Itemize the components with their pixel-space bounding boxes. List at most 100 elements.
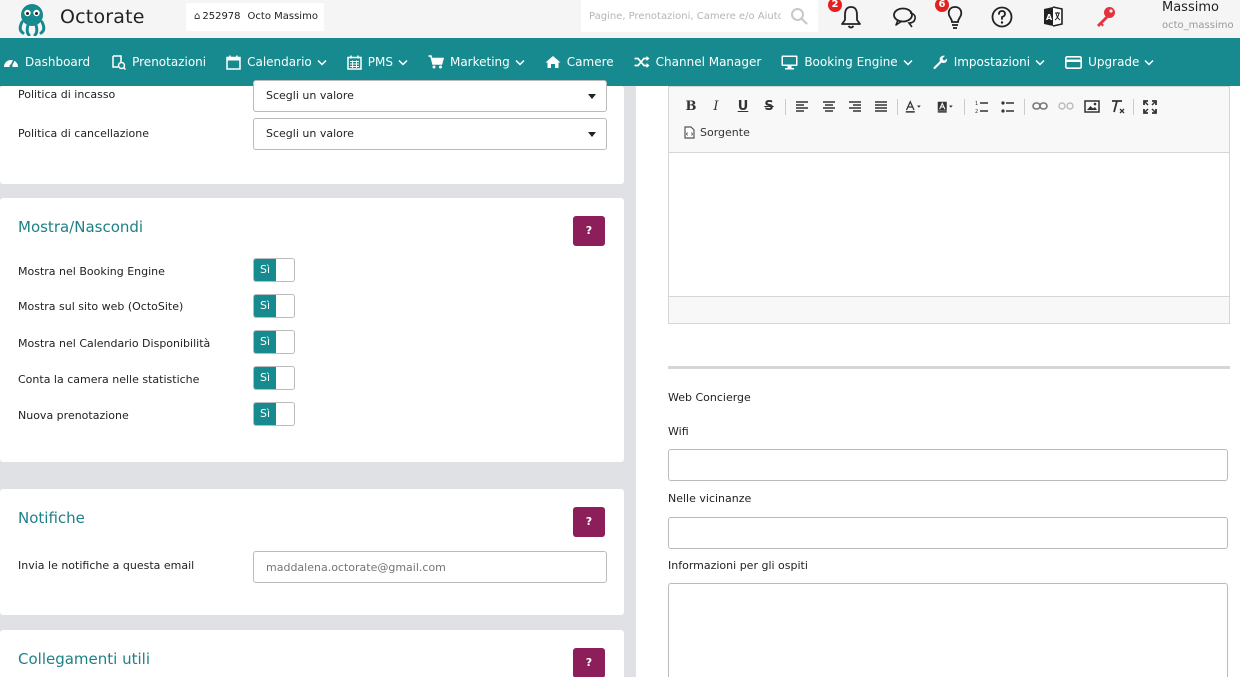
guest-info-textarea[interactable] (668, 583, 1228, 677)
cancellazione-select[interactable]: Scegli un valore (253, 118, 607, 150)
wifi-input[interactable] (668, 449, 1228, 481)
email-label: Invia le notifiche a questa email (18, 559, 195, 572)
maximize-icon[interactable] (1141, 100, 1159, 114)
bell-icon[interactable] (838, 4, 864, 30)
new-booking-toggle[interactable]: Sì (253, 402, 295, 426)
search-icon[interactable] (790, 7, 808, 25)
nav-label: Dashboard (25, 55, 91, 69)
caret-down-icon (588, 94, 596, 99)
cancellazione-select-value: Scegli un valore (266, 127, 354, 140)
main-nav: Dashboard Prenotazioni Calendario PMS Ma… (0, 38, 1240, 86)
useful-links-help-button[interactable]: ? (573, 648, 605, 677)
octorate-logo-icon[interactable] (14, 2, 50, 36)
cancellazione-label: Politica di cancellazione (18, 127, 150, 140)
right-column: B I U S 1 2 Sorgente Web Concierge Wifi … (636, 86, 1240, 677)
policies-card: Politica di incasso Scegli un valore Pol… (0, 80, 624, 184)
toggle-label: Mostra nel Calendario Disponibilità (18, 337, 211, 350)
visibility-title: Mostra/Nascondi (18, 218, 144, 236)
top-header: Octorate ⌂252978Octo Massimo 2 6 (0, 0, 1240, 38)
clear-format-icon[interactable] (1109, 99, 1127, 115)
nav-channel-manager[interactable]: Channel Manager (634, 55, 761, 69)
search-input[interactable] (581, 0, 781, 32)
bg-color-icon[interactable] (937, 99, 955, 115)
shuffle-icon (634, 56, 650, 68)
nav-upgrade[interactable]: Upgrade (1065, 55, 1154, 69)
chevron-down-icon (317, 59, 327, 66)
tachometer-icon (4, 59, 18, 68)
align-center-icon[interactable] (820, 101, 838, 113)
app-title: Octorate (60, 6, 145, 28)
caret-down-icon (588, 132, 596, 137)
editor-content-area[interactable] (669, 154, 1229, 296)
image-icon[interactable] (1083, 100, 1101, 113)
italic-icon[interactable]: I (707, 99, 725, 114)
strikethrough-icon[interactable]: S (760, 99, 778, 114)
calendar-availability-toggle[interactable]: Sì (253, 330, 295, 354)
text-color-icon[interactable] (905, 99, 923, 115)
chevron-down-icon (1035, 59, 1045, 66)
nav-label: Booking Engine (804, 55, 898, 69)
bold-icon[interactable]: B (682, 99, 700, 114)
nav-booking-engine[interactable]: Booking Engine (781, 55, 913, 70)
toggle-on-label: Sì (254, 295, 276, 317)
nav-impostazioni[interactable]: Impostazioni (933, 55, 1045, 70)
property-name: Octo Massimo (247, 11, 318, 22)
link-icon[interactable] (1031, 101, 1049, 111)
toolbar-separator (1133, 99, 1134, 115)
align-right-icon[interactable] (846, 101, 864, 113)
nav-label: Upgrade (1088, 55, 1140, 69)
numbered-list-icon[interactable]: 1 2 (973, 100, 991, 114)
help-icon[interactable] (989, 4, 1015, 30)
toolbar-separator (964, 99, 965, 115)
calendar-grid-icon (347, 55, 362, 70)
wrench-icon (933, 55, 947, 69)
incasso-select[interactable]: Scegli un valore (253, 80, 607, 112)
nav-label: PMS (367, 55, 393, 69)
left-column: Politica di incasso Scegli un valore Pol… (0, 80, 624, 677)
toggle-label: Mostra nel Booking Engine (18, 265, 165, 278)
editor-toolbar: B I U S 1 2 Sorgente (669, 87, 1229, 153)
editor-status-bar (669, 296, 1229, 323)
toggle-on-label: Sì (254, 367, 276, 389)
toolbar-separator (1024, 99, 1025, 115)
booking-engine-toggle[interactable]: Sì (253, 258, 295, 282)
toolbar-separator (897, 99, 898, 115)
toggle-label: Mostra sul sito web (OctoSite) (18, 300, 184, 313)
statistics-toggle[interactable]: Sì (253, 366, 295, 390)
source-button[interactable]: Sorgente (684, 126, 750, 139)
nav-label: Impostazioni (953, 55, 1031, 69)
nav-calendario[interactable]: Calendario (226, 55, 327, 70)
source-file-icon (684, 126, 695, 139)
unlink-icon[interactable] (1057, 101, 1075, 111)
nav-marketing[interactable]: Marketing (428, 55, 525, 69)
toggle-on-label: Sì (254, 403, 276, 425)
notification-email-input[interactable] (253, 551, 607, 583)
cart-icon (428, 55, 444, 69)
nav-pms[interactable]: PMS (347, 55, 408, 70)
wifi-label: Wifi (668, 425, 689, 438)
user-name[interactable]: Massimo (1162, 0, 1219, 15)
nav-camere[interactable]: Camere (545, 55, 614, 69)
align-left-icon[interactable] (793, 101, 811, 113)
chevron-down-icon (1144, 59, 1154, 66)
bullet-list-icon[interactable] (999, 100, 1017, 114)
rich-text-editor: B I U S 1 2 Sorgente (668, 86, 1230, 324)
incasso-select-value: Scegli un valore (266, 89, 354, 102)
visibility-help-button[interactable]: ? (573, 216, 605, 246)
chevron-down-icon (515, 59, 525, 66)
property-selector[interactable]: ⌂ 252978 Octo Massimo (186, 3, 324, 31)
nearby-input[interactable] (668, 517, 1228, 549)
nav-prenotazioni[interactable]: Prenotazioni (110, 54, 206, 70)
key-icon[interactable] (1093, 4, 1119, 30)
toggle-label: Conta la camera nelle statistiche (18, 373, 200, 386)
octosite-toggle[interactable]: Sì (253, 294, 295, 318)
chat-icon[interactable] (892, 4, 918, 30)
notifications-title: Notifiche (18, 509, 85, 527)
notifications-help-button[interactable]: ? (573, 507, 605, 537)
nav-dashboard[interactable]: Dashboard (3, 55, 90, 69)
translate-icon[interactable]: A (1040, 4, 1066, 30)
justify-icon[interactable] (872, 101, 890, 113)
guest-info-label: Informazioni per gli ospiti (668, 559, 808, 572)
svg-text:1: 1 (975, 101, 978, 107)
underline-icon[interactable]: U (734, 99, 752, 114)
